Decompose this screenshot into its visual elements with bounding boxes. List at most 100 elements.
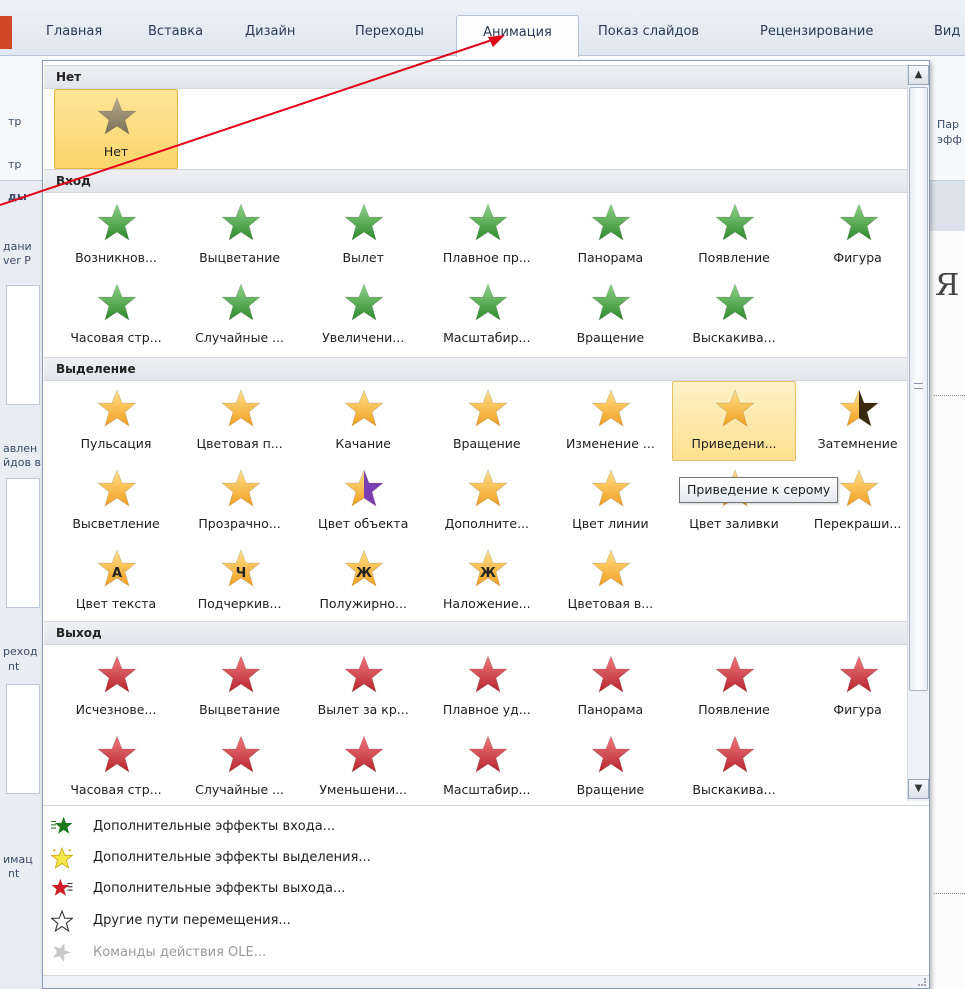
exit-effect-item[interactable]: Плавное уд...: [425, 647, 549, 727]
gallery-scrollbar[interactable]: ▲ ▼: [907, 65, 929, 801]
tab-transitions[interactable]: Переходы: [355, 24, 424, 39]
exit-star-icon: [468, 735, 508, 773]
more-emphasis-effects-item[interactable]: Дополнительные эффекты выделения...: [51, 845, 651, 871]
emphasis-effect-item[interactable]: Цвет объекта: [301, 461, 425, 541]
entrance-effect-item[interactable]: Фигура: [796, 195, 920, 275]
emphasis-effect-item[interactable]: Вращение: [425, 381, 549, 461]
emphasis-effect-item[interactable]: A Цвет текста: [54, 541, 178, 621]
effect-label: Выскакива...: [692, 330, 776, 345]
more-motion-paths-item[interactable]: Другие пути перемещения...: [51, 908, 651, 934]
entrance-effect-item[interactable]: Выцветание: [178, 195, 302, 275]
exit-effect-item[interactable]: Уменьшени...: [301, 727, 425, 807]
emphasis-effect-item[interactable]: Затемнение: [796, 381, 920, 461]
tab-view[interactable]: Вид: [934, 24, 960, 39]
emphasis-effect-item[interactable]: Ж Наложение...: [425, 541, 549, 621]
tab-home[interactable]: Главная: [46, 24, 102, 39]
tab-design[interactable]: Дизайн: [245, 24, 295, 39]
exit-star-icon: [591, 735, 631, 773]
emphasis-effect-item[interactable]: Цветовая в...: [548, 541, 672, 621]
entrance-effect-item[interactable]: Появление: [672, 195, 796, 275]
emphasis-star-icon: [591, 549, 631, 587]
slide-thumbnail[interactable]: [6, 684, 40, 794]
slide-thumbnail[interactable]: [6, 285, 40, 405]
tab-insert[interactable]: Вставка: [148, 24, 203, 39]
gallery-resize-bar[interactable]: [43, 975, 929, 988]
editor-band: [930, 181, 965, 231]
effect-label: Вращение: [576, 330, 645, 345]
emphasis-effect-item[interactable]: Приведени...: [672, 381, 796, 461]
exit-effect-item[interactable]: Фигура: [796, 647, 920, 727]
more-entrance-effects-item[interactable]: Дополнительные эффекты входа...: [51, 814, 651, 840]
emphasis-effect-item[interactable]: Прозрачно...: [178, 461, 302, 541]
scroll-up-button[interactable]: ▲: [908, 65, 929, 85]
entrance-effect-item[interactable]: Случайные ...: [178, 275, 302, 355]
more-exit-effects-item[interactable]: Дополнительные эффекты выхода...: [51, 876, 651, 902]
emphasis-effect-item[interactable]: Ч Подчеркив...: [178, 541, 302, 621]
emphasis-effect-item[interactable]: Цвет линии: [548, 461, 672, 541]
effect-label: Высветление: [72, 516, 160, 531]
exit-effect-item[interactable]: Выскакива...: [672, 727, 796, 807]
exit-effect-item[interactable]: Вылет за кр...: [301, 647, 425, 727]
scroll-down-button[interactable]: ▼: [908, 779, 929, 799]
effect-label: Качание: [335, 436, 391, 451]
emphasis-star-icon: Ч: [221, 549, 261, 587]
exit-star-icon: [221, 735, 261, 773]
exit-effect-item[interactable]: Панорама: [548, 647, 672, 727]
exit-effect-item[interactable]: Исчезнове...: [54, 647, 178, 727]
entrance-effect-item[interactable]: Увеличени...: [301, 275, 425, 355]
emphasis-effect-item[interactable]: Ж Полужирно...: [301, 541, 425, 621]
exit-effect-item[interactable]: Часовая стр...: [54, 727, 178, 807]
tab-animations[interactable]: Анимация: [456, 15, 579, 57]
emphasis-star-icon: [344, 469, 384, 507]
exit-star-icon: [591, 655, 631, 693]
exit-star-icon: [344, 655, 384, 693]
emphasis-effect-item[interactable]: Высветление: [54, 461, 178, 541]
effect-label: Фигура: [833, 702, 882, 717]
scroll-thumb[interactable]: [909, 87, 928, 691]
exit-effect-item[interactable]: Выцветание: [178, 647, 302, 727]
svg-text:Ж: Ж: [356, 566, 372, 581]
entrance-effect-item[interactable]: Панорама: [548, 195, 672, 275]
entrance-effect-item[interactable]: Масштабир...: [425, 275, 549, 355]
emphasis-effect-item[interactable]: Дополните...: [425, 461, 549, 541]
slide-thumb-text: nt: [8, 867, 20, 880]
emphasis-star-icon: [97, 389, 137, 427]
effect-label: Подчеркив...: [197, 596, 282, 611]
emphasis-effect-item[interactable]: Пульсация: [54, 381, 178, 461]
tab-review[interactable]: Рецензирование: [760, 24, 873, 39]
slide-thumb-text: авлен: [3, 442, 38, 455]
exit-star-icon: [468, 655, 508, 693]
exit-star-icon: [97, 655, 137, 693]
effect-label: Наложение...: [443, 596, 531, 611]
emphasis-effect-item[interactable]: Качание: [301, 381, 425, 461]
entrance-effect-item[interactable]: Выскакива...: [672, 275, 796, 355]
effect-label: Часовая стр...: [70, 782, 162, 797]
none-effect-item[interactable]: Нет: [54, 89, 178, 169]
entrance-effect-item[interactable]: Плавное пр...: [425, 195, 549, 275]
slide-thumb-text: имац: [3, 853, 33, 866]
effect-label: Выскакива...: [692, 782, 776, 797]
pane-tab-fragment: ды: [8, 190, 27, 203]
exit-effect-item[interactable]: Вращение: [548, 727, 672, 807]
emphasis-star-icon: [715, 389, 755, 427]
entrance-effect-item[interactable]: Вращение: [548, 275, 672, 355]
exit-effect-item[interactable]: Случайные ...: [178, 727, 302, 807]
emphasis-effect-item[interactable]: Изменение ...: [548, 381, 672, 461]
file-tab[interactable]: [0, 16, 12, 49]
emphasis-star-icon: Ж: [468, 549, 508, 587]
exit-effect-item[interactable]: Появление: [672, 647, 796, 727]
exit-effects-icon: [51, 878, 73, 896]
entrance-star-icon: [344, 203, 384, 241]
entrance-effect-item[interactable]: Часовая стр...: [54, 275, 178, 355]
tab-slideshow[interactable]: Показ слайдов: [598, 24, 699, 39]
entrance-effect-item[interactable]: Вылет: [301, 195, 425, 275]
motion-path-icon: [51, 910, 73, 932]
emphasis-effect-item[interactable]: Цветовая п...: [178, 381, 302, 461]
entrance-effect-item[interactable]: Возникнов...: [54, 195, 178, 275]
command-label: Дополнительные эффекты входа...: [93, 819, 336, 834]
emphasis-star-icon: [344, 389, 384, 427]
exit-effect-item[interactable]: Масштабир...: [425, 727, 549, 807]
effect-label: Вылет: [342, 250, 384, 265]
slide-thumbnail[interactable]: [6, 478, 40, 608]
emphasis-star-icon: [221, 389, 261, 427]
